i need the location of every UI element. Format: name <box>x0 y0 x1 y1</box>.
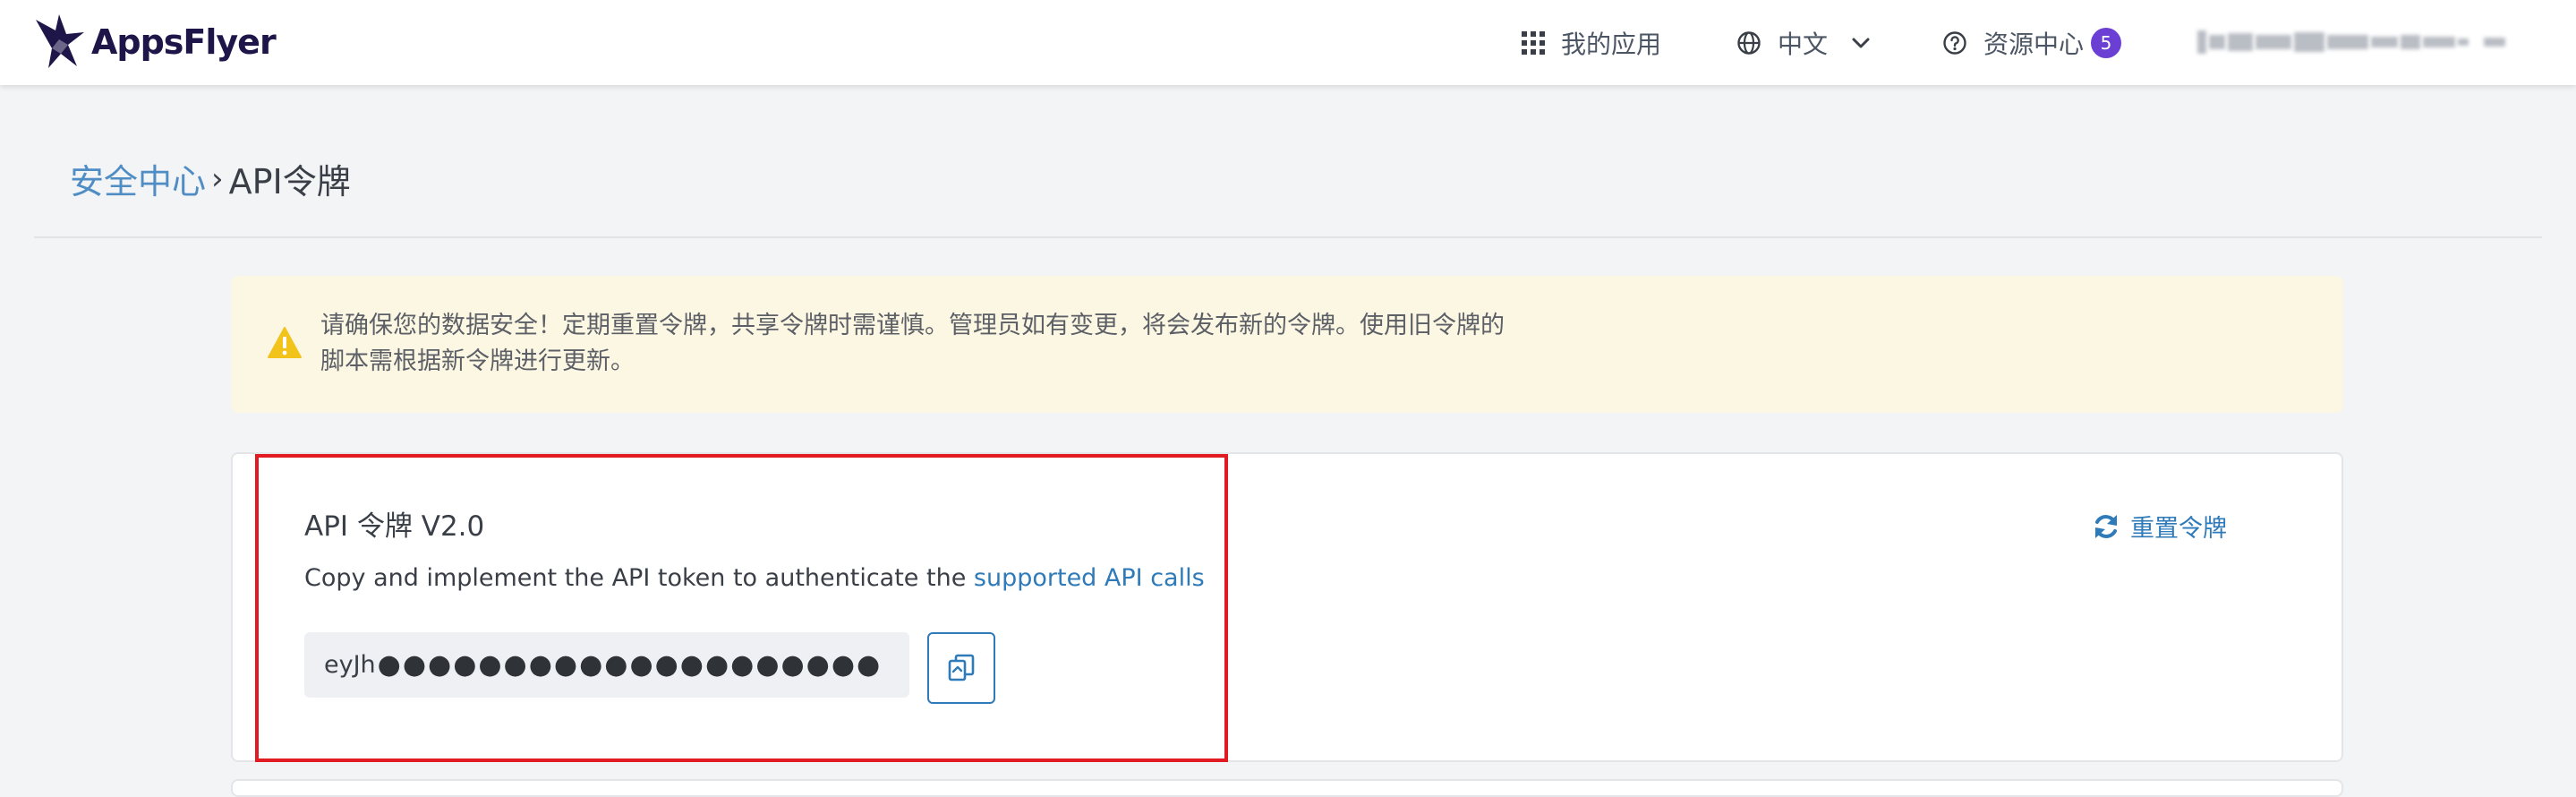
api-token-field[interactable]: eyJh ●●●●●●●●●●●●●●●●●●●● <box>304 632 909 698</box>
top-navigation-bar: AppsFlyer 我的应用 中文 资源中心 5 <box>0 0 2576 85</box>
token-card-title: API 令牌 V2.0 <box>304 510 485 543</box>
copy-token-button[interactable] <box>927 632 995 704</box>
breadcrumb-separator: › <box>211 160 224 197</box>
my-apps-label: 我的应用 <box>1561 29 1662 59</box>
refresh-icon <box>2095 514 2117 538</box>
apps-grid-icon <box>1522 30 1545 55</box>
warning-line-1: 请确保您的数据安全！定期重置令牌，共享令牌时需谨慎。管理员如有变更，将会发布新的… <box>320 312 1505 339</box>
warning-icon <box>268 327 302 358</box>
user-account-menu[interactable] <box>2197 29 2520 56</box>
globe-icon <box>1736 30 1761 56</box>
appsflyer-logo-icon <box>36 14 84 68</box>
token-description-text: Copy and implement the API token to auth… <box>304 564 974 592</box>
language-label: 中文 <box>1778 29 1829 59</box>
token-prefix: eyJh <box>324 651 376 679</box>
copy-icon <box>948 654 975 681</box>
warning-text: 请确保您的数据安全！定期重置令牌，共享令牌时需谨慎。管理员如有变更，将会发布新的… <box>320 308 1842 380</box>
resource-center-nav[interactable]: 资源中心 5 <box>1942 0 2122 85</box>
security-warning-banner: 请确保您的数据安全！定期重置令牌，共享令牌时需谨慎。管理员如有变更，将会发布新的… <box>231 276 2343 413</box>
language-selector[interactable]: 中文 <box>1736 0 1871 85</box>
page-title: API令牌 <box>228 162 351 201</box>
token-description: Copy and implement the API token to auth… <box>304 564 1205 592</box>
warning-line-2: 脚本需根据新令牌进行更新。 <box>320 347 635 375</box>
resource-center-label: 资源中心 <box>1983 29 2085 59</box>
reset-token-label: 重置令牌 <box>2130 515 2227 543</box>
supported-api-calls-link[interactable]: supported API calls <box>974 564 1205 592</box>
notification-badge: 5 <box>2091 27 2122 58</box>
breadcrumb: 安全中心 › API令牌 <box>70 154 351 203</box>
token-mask: ●●●●●●●●●●●●●●●●●●●● <box>377 649 883 681</box>
header-divider <box>34 236 2542 238</box>
chevron-down-icon <box>1851 37 1871 49</box>
my-apps-nav[interactable]: 我的应用 <box>1522 0 1661 85</box>
appsflyer-logo[interactable]: AppsFlyer <box>32 13 277 72</box>
next-card <box>231 779 2343 797</box>
brand-name: AppsFlyer <box>91 22 277 62</box>
breadcrumb-security-center[interactable]: 安全中心 <box>70 154 206 203</box>
reset-token-button[interactable]: 重置令牌 <box>2093 509 2227 544</box>
help-circle-icon <box>1942 30 1967 56</box>
highlight-box <box>255 454 1228 762</box>
